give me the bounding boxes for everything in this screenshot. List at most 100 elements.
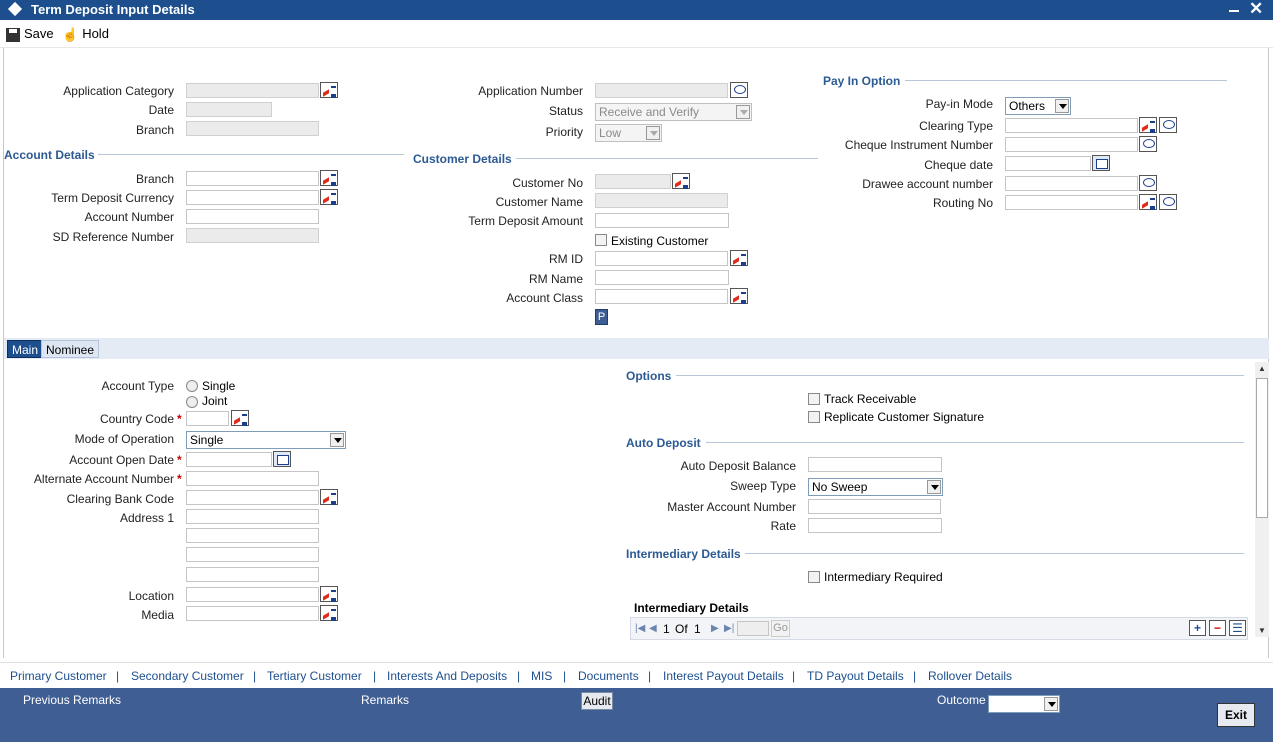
remove-row-icon[interactable]: − <box>1209 620 1226 636</box>
account-class-field[interactable] <box>595 289 728 304</box>
link-interest-payout-details[interactable]: Interest Payout Details <box>663 669 784 683</box>
cheque-instrument-chat-icon[interactable] <box>1139 136 1157 152</box>
page-total: 1 <box>694 622 701 636</box>
page-input[interactable] <box>737 621 769 636</box>
joint-radio[interactable] <box>186 396 198 408</box>
address1-field[interactable] <box>186 509 319 524</box>
replicate-signature-checkbox[interactable] <box>808 411 820 423</box>
td-currency-lov-icon[interactable] <box>320 189 338 205</box>
cheque-date-field[interactable] <box>1005 156 1091 171</box>
customer-no-field[interactable] <box>595 174 671 189</box>
close-icon[interactable]: ✕ <box>1249 0 1263 19</box>
tab-nominee[interactable]: Nominee <box>41 340 100 358</box>
routing-no-lov-icon[interactable] <box>1139 194 1157 210</box>
divider <box>706 442 1244 443</box>
link-rollover-details[interactable]: Rollover Details <box>928 669 1012 683</box>
link-primary-customer[interactable]: Primary Customer <box>10 669 107 683</box>
link-interests-and-deposits[interactable]: Interests And Deposits <box>387 669 507 683</box>
account-open-date-field[interactable] <box>186 452 272 467</box>
account-class-lov-icon[interactable] <box>730 288 748 304</box>
media-lov-icon[interactable] <box>320 605 338 621</box>
save-button[interactable]: Save <box>6 26 54 42</box>
application-number-field[interactable] <box>595 83 728 98</box>
media-field[interactable] <box>186 606 319 621</box>
previous-remarks-label[interactable]: Previous Remarks <box>23 693 121 707</box>
link-td-payout-details[interactable]: TD Payout Details <box>807 669 904 683</box>
outcome-select[interactable] <box>988 695 1060 713</box>
minimize-icon[interactable] <box>1229 10 1239 12</box>
existing-customer-checkbox[interactable] <box>595 234 607 246</box>
customer-name-field[interactable] <box>595 193 728 208</box>
calendar-icon[interactable] <box>273 451 291 467</box>
routing-no-field[interactable] <box>1005 195 1138 210</box>
sd-reference-field[interactable] <box>186 228 319 243</box>
mode-of-operation-select[interactable]: Single <box>186 431 346 449</box>
scroll-down-icon[interactable]: ▼ <box>1258 626 1266 635</box>
pay-in-mode-select[interactable]: Others <box>1005 97 1071 115</box>
auto-deposit-balance-field[interactable] <box>808 457 942 472</box>
customer-no-lov-icon[interactable] <box>672 173 690 189</box>
exit-button[interactable]: Exit <box>1217 703 1255 727</box>
td-currency-field[interactable] <box>186 190 319 205</box>
single-radio[interactable] <box>186 380 198 392</box>
scrollbar-thumb[interactable] <box>1256 378 1268 518</box>
application-number-chat-icon[interactable] <box>730 82 748 98</box>
td-amount-field[interactable] <box>595 213 729 228</box>
date-field[interactable] <box>186 102 272 117</box>
tab-main[interactable]: Main <box>7 340 44 358</box>
clearing-bank-field[interactable] <box>186 490 319 505</box>
account-branch-lov-icon[interactable] <box>320 170 338 186</box>
routing-no-chat-icon[interactable] <box>1159 194 1177 210</box>
p-button[interactable]: P <box>595 309 608 325</box>
drawee-account-chat-icon[interactable] <box>1139 175 1157 191</box>
link-documents[interactable]: Documents <box>578 669 639 683</box>
clearing-type-field[interactable] <box>1005 118 1138 133</box>
outcome-label: Outcome <box>937 693 986 707</box>
link-secondary-customer[interactable]: Secondary Customer <box>131 669 244 683</box>
address3-field[interactable] <box>186 547 319 562</box>
address4-field[interactable] <box>186 567 319 582</box>
link-tertiary-customer[interactable]: Tertiary Customer <box>267 669 362 683</box>
status-select[interactable]: Receive and Verify <box>595 103 752 121</box>
priority-label: Priority <box>545 125 583 139</box>
location-field[interactable] <box>186 587 319 602</box>
vertical-scrollbar[interactable]: ▲ ▼ <box>1255 362 1269 637</box>
first-page-icon[interactable]: |◀ <box>635 623 647 635</box>
rm-id-lov-icon[interactable] <box>730 250 748 266</box>
priority-select[interactable]: Low <box>595 124 662 142</box>
next-page-icon[interactable]: ▶ <box>711 623 723 635</box>
application-category-lov-icon[interactable] <box>320 82 338 98</box>
account-branch-field[interactable] <box>186 171 319 186</box>
prev-page-icon[interactable]: ◀ <box>649 623 661 635</box>
rm-name-field[interactable] <box>595 270 729 285</box>
calendar-icon[interactable] <box>1092 155 1110 171</box>
clearing-type-chat-icon[interactable] <box>1159 117 1177 133</box>
alt-account-field[interactable] <box>186 471 319 486</box>
rate-field[interactable] <box>808 518 942 533</box>
track-receivable-checkbox[interactable] <box>808 393 820 405</box>
account-number-field[interactable] <box>186 209 319 224</box>
drawee-account-field[interactable] <box>1005 176 1138 191</box>
scroll-up-icon[interactable]: ▲ <box>1258 364 1266 373</box>
branch-field[interactable] <box>186 121 319 136</box>
hold-button[interactable]: ☝ Hold <box>62 26 109 43</box>
details-list-icon[interactable]: ☰ <box>1229 620 1246 636</box>
audit-button[interactable]: Audit <box>581 692 613 710</box>
application-category-field[interactable] <box>186 83 319 98</box>
add-row-icon[interactable]: + <box>1189 620 1206 636</box>
rm-id-field[interactable] <box>595 251 728 266</box>
master-account-field[interactable] <box>808 499 941 514</box>
last-page-icon[interactable]: ▶| <box>724 623 736 635</box>
country-code-field[interactable] <box>186 411 229 426</box>
go-button[interactable]: Go <box>771 620 790 637</box>
cheque-instrument-field[interactable] <box>1005 137 1138 152</box>
clearing-bank-lov-icon[interactable] <box>320 489 338 505</box>
intermediary-required-checkbox[interactable] <box>808 571 820 583</box>
sweep-type-select[interactable]: No Sweep <box>808 478 943 496</box>
address2-field[interactable] <box>186 528 319 543</box>
location-lov-icon[interactable] <box>320 586 338 602</box>
link-mis[interactable]: MIS <box>531 669 552 683</box>
remarks-label[interactable]: Remarks <box>361 693 409 707</box>
country-code-lov-icon[interactable] <box>231 410 249 426</box>
clearing-type-lov-icon[interactable] <box>1139 117 1157 133</box>
